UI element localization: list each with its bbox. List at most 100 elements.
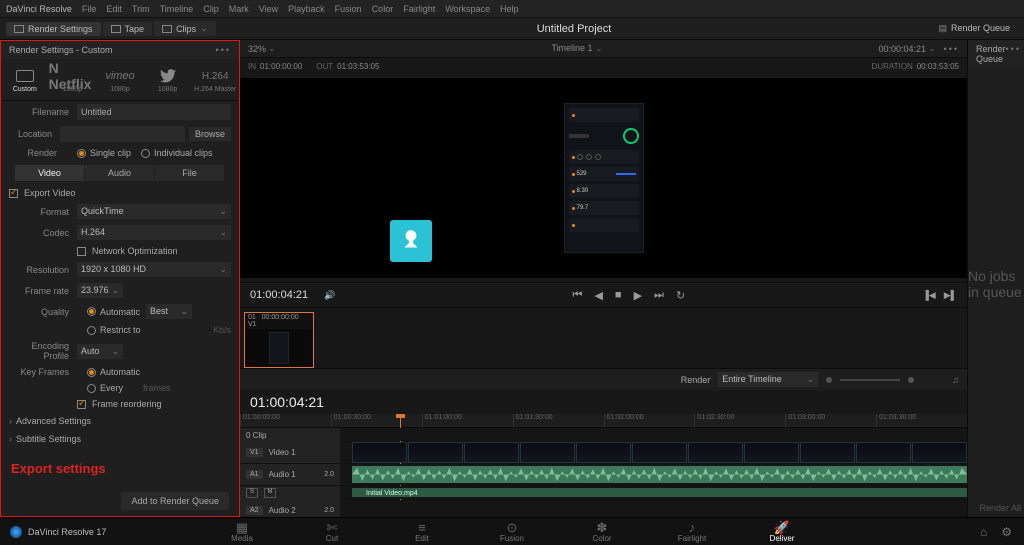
panel-menu-icon[interactable]: ••• <box>216 45 231 55</box>
a1-mute-button[interactable]: M <box>264 488 276 498</box>
loop-icon[interactable]: ↻ <box>676 289 685 302</box>
menu-item[interactable]: Clip <box>203 4 219 14</box>
project-title: Untitled Project <box>218 23 931 35</box>
menu-item[interactable]: Trim <box>132 4 150 14</box>
quality-auto-radio[interactable] <box>87 307 96 316</box>
menu-item[interactable]: Playback <box>288 4 325 14</box>
queue-empty-label: No jobs in queue <box>968 68 1024 499</box>
menu-item[interactable]: Mark <box>229 4 249 14</box>
mark-out-icon[interactable]: ▶▌ <box>944 290 957 301</box>
menu-item[interactable]: Fairlight <box>403 4 435 14</box>
format-dropdown[interactable]: QuickTime <box>77 204 231 219</box>
resolution-dropdown[interactable]: 1920 x 1080 HD <box>77 262 231 277</box>
duration-tc: 00:03:53:05 <box>917 62 959 71</box>
timeline-name[interactable]: Timeline 1 <box>551 43 592 53</box>
step-back-icon[interactable]: ◀ <box>594 289 602 302</box>
framerate-dropdown[interactable]: 23.976 <box>77 283 123 298</box>
tab-video[interactable]: Video <box>15 165 85 181</box>
browse-button[interactable]: Browse <box>189 127 231 141</box>
page-deliver[interactable]: 🚀Deliver <box>757 520 807 543</box>
menu-item[interactable]: Color <box>372 4 394 14</box>
individual-clips-radio[interactable] <box>141 149 150 158</box>
page-fairlight[interactable]: ♪Fairlight <box>667 520 717 543</box>
mark-in-icon[interactable]: ▐◀ <box>922 290 935 301</box>
h264-icon: H.264 <box>202 66 229 86</box>
tab-audio[interactable]: Audio <box>85 165 155 181</box>
page-color[interactable]: ✽Color <box>577 520 627 543</box>
enc-profile-dropdown[interactable]: Auto <box>77 344 123 359</box>
single-clip-radio[interactable] <box>77 149 86 158</box>
menu-item[interactable]: Timeline <box>160 4 194 14</box>
home-icon[interactable]: ⌂ <box>980 525 987 539</box>
out-mark-icon[interactable] <box>908 377 914 383</box>
preset-custom[interactable]: Custom <box>1 59 49 100</box>
tab-file[interactable]: File <box>155 165 225 181</box>
out-tc: 01:03:53:05 <box>337 62 379 71</box>
subtitle-settings-section[interactable]: Subtitle Settings <box>1 430 239 448</box>
kf-every-radio[interactable] <box>87 384 96 393</box>
stop-icon[interactable]: ■ <box>615 289 622 302</box>
menu-item[interactable]: File <box>82 4 97 14</box>
add-to-render-queue-button[interactable]: Add to Render Queue <box>121 492 229 510</box>
page-switcher: DaVinci Resolve 17 ▦Media ✄Cut ≡Edit ⊙Fu… <box>0 517 1024 545</box>
page-media[interactable]: ▦Media <box>217 520 267 543</box>
zoom-dropdown[interactable]: 32% <box>248 44 266 54</box>
render-settings-icon <box>14 25 24 33</box>
menu-item[interactable]: Fusion <box>335 4 362 14</box>
frame-reorder-check[interactable] <box>77 400 86 409</box>
render-range-dropdown[interactable]: Entire Timeline <box>718 372 818 387</box>
page-cut[interactable]: ✄Cut <box>307 520 357 543</box>
play-icon[interactable]: ▶ <box>634 289 642 302</box>
range-slider[interactable] <box>840 379 900 381</box>
volume-icon[interactable]: 🔊 <box>324 290 335 301</box>
cut-icon: ✄ <box>327 520 338 534</box>
a1-body[interactable] <box>340 464 967 485</box>
netflix-icon: N Netflix <box>49 66 97 86</box>
render-settings-button[interactable]: Render Settings <box>6 22 101 36</box>
preset-vimeo[interactable]: vimeo1080p <box>96 59 144 100</box>
fairlight-icon: ♪ <box>689 520 696 534</box>
preset-twitter[interactable]: 1080p <box>144 59 192 100</box>
menu-item[interactable]: Edit <box>106 4 122 14</box>
location-input[interactable] <box>60 126 185 142</box>
media-icon: ▦ <box>236 520 248 534</box>
edit-icon: ≡ <box>418 520 426 534</box>
render-settings-panel: Render Settings - Custom ••• Custom N Ne… <box>0 40 240 517</box>
menu-item[interactable]: DaVinci Resolve <box>6 4 72 14</box>
render-queue-toggle[interactable]: Render Queue <box>930 21 1018 36</box>
queue-menu-icon[interactable]: ••• <box>1006 44 1021 64</box>
settings-icon[interactable]: ⚙ <box>1001 525 1012 539</box>
timeline-ruler[interactable]: 01:00:00:0001:00:30:0001:01:00:0001:01:3… <box>240 414 967 428</box>
viewer-menu-icon[interactable]: ••• <box>944 44 959 54</box>
filename-label: Filename <box>9 107 69 117</box>
clips-button[interactable]: Clips ⌄ <box>154 21 216 36</box>
preview-viewer[interactable]: 529 8.30 79.7 <box>240 78 967 278</box>
page-edit[interactable]: ≡Edit <box>397 520 447 543</box>
a2-body[interactable] <box>340 500 967 517</box>
page-fusion[interactable]: ⊙Fusion <box>487 520 537 543</box>
menu-item[interactable]: Workspace <box>445 4 490 14</box>
in-mark-icon[interactable] <box>826 377 832 383</box>
advanced-settings-section[interactable]: Advanced Settings <box>1 412 239 430</box>
export-video-check[interactable] <box>9 189 18 198</box>
tape-button[interactable]: Tape <box>103 22 153 36</box>
codec-dropdown[interactable]: H.264 <box>77 225 231 240</box>
top-toolbar: Render Settings Tape Clips ⌄ Untitled Pr… <box>0 18 1024 40</box>
music-icon[interactable]: ♫ <box>952 375 959 385</box>
render-all-button[interactable]: Render All <box>968 499 1024 517</box>
v1-body[interactable] <box>340 442 967 463</box>
menu-item[interactable]: Help <box>500 4 519 14</box>
preset-h264[interactable]: H.264H.264 Master <box>191 59 239 100</box>
filename-input[interactable] <box>77 104 231 120</box>
track-a1: A1Audio 12.0 <box>240 464 967 486</box>
preset-netflix[interactable]: N Netflix1080p <box>49 59 97 100</box>
next-clip-icon[interactable]: ⏭ <box>654 289 664 302</box>
kf-auto-radio[interactable] <box>87 368 96 377</box>
prev-clip-icon[interactable]: ⏮ <box>573 289 583 302</box>
netopt-check[interactable] <box>77 247 86 256</box>
clip-thumb[interactable]: 01 00:00:00:00 V1 <box>244 312 314 368</box>
a1-solo-button[interactable]: S <box>246 488 258 498</box>
quality-restrict-radio[interactable] <box>87 326 96 335</box>
menu-item[interactable]: View <box>259 4 278 14</box>
quality-best-dropdown[interactable]: Best <box>146 304 192 319</box>
